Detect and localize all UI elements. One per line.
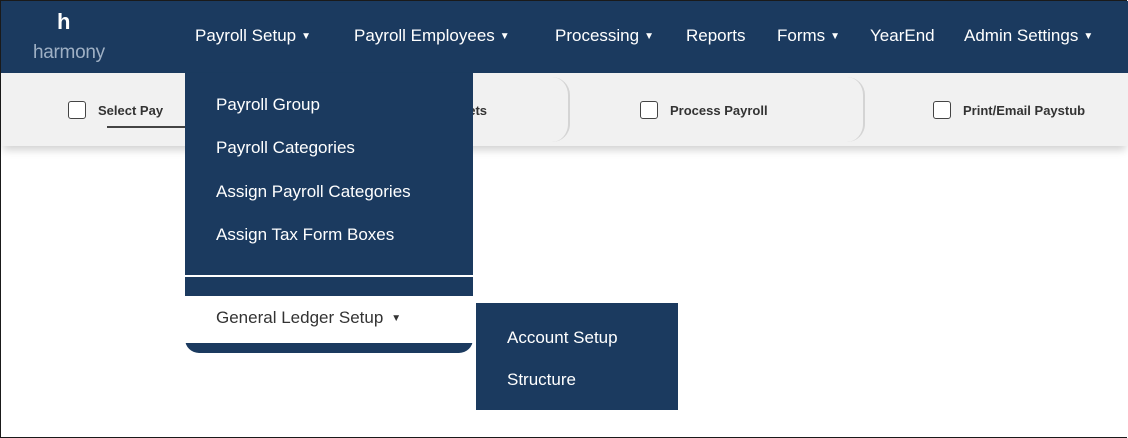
nav-forms[interactable]: Forms ▼	[777, 26, 840, 46]
nav-label: Admin Settings	[964, 26, 1079, 45]
nav-label: YearEnd	[870, 26, 935, 45]
nav-label: Forms	[777, 26, 826, 45]
top-navigation-bar: h harmony Payroll Setup ▼ Payroll Employe…	[1, 1, 1128, 73]
step-label: Process Payroll	[670, 102, 768, 118]
nav-label: Payroll Employees	[354, 26, 495, 45]
nav-reports[interactable]: Reports	[686, 26, 746, 46]
caret-down-icon: ▼	[1083, 31, 1094, 42]
caret-down-icon: ▼	[499, 31, 510, 42]
caret-down-icon: ▼	[644, 31, 655, 42]
step-select-pay[interactable]: Select Pay	[68, 99, 163, 121]
step-separator	[552, 77, 570, 142]
logo-initial: h	[57, 9, 71, 34]
menu-item-payroll-group[interactable]: Payroll Group	[216, 95, 320, 115]
menu-item-assign-payroll-categories[interactable]: Assign Payroll Categories	[216, 182, 411, 202]
menu-item-payroll-categories[interactable]: Payroll Categories	[216, 138, 355, 158]
submenu-item-account-setup[interactable]: Account Setup	[507, 328, 618, 348]
general-ledger-submenu: Account Setup Structure	[476, 303, 678, 410]
logo-wordmark: harmony	[33, 42, 105, 63]
nav-admin-settings[interactable]: Admin Settings ▼	[964, 26, 1093, 46]
nav-processing[interactable]: Processing ▼	[555, 26, 654, 46]
step-process-payroll[interactable]: Process Payroll	[640, 99, 768, 121]
menu-item-label: General Ledger Setup ▼	[216, 308, 401, 328]
step-checkbox[interactable]	[640, 101, 658, 119]
step-checkbox[interactable]	[933, 101, 951, 119]
step-label: Select Pay	[98, 102, 164, 118]
nav-payroll-employees[interactable]: Payroll Employees ▼	[354, 26, 510, 46]
nav-label: Processing	[555, 26, 640, 45]
menu-item-general-ledger-setup[interactable]: General Ledger Setup ▼	[185, 296, 473, 343]
nav-label: Payroll Setup	[195, 26, 297, 45]
submenu-item-structure[interactable]: Structure	[507, 370, 576, 390]
payroll-steps-bar: Select Pay eets Process Payroll Print/Em…	[1, 73, 1128, 146]
harmony-logo[interactable]: h harmony	[1, 1, 141, 73]
step-checkbox[interactable]	[68, 101, 86, 119]
step-label: Print/Email Paystub	[963, 102, 1086, 118]
menu-item-assign-tax-form-boxes[interactable]: Assign Tax Form Boxes	[216, 225, 394, 245]
active-step-underline	[107, 126, 187, 128]
step-print-email-paystub[interactable]: Print/Email Paystub	[933, 99, 1085, 121]
payroll-setup-dropdown: Payroll Group Payroll Categories Assign …	[185, 73, 473, 353]
nav-yearend[interactable]: YearEnd	[870, 26, 935, 46]
caret-down-icon: ▼	[830, 31, 841, 42]
nav-payroll-setup[interactable]: Payroll Setup ▼	[195, 26, 311, 46]
caret-down-icon: ▼	[391, 313, 402, 324]
menu-divider	[185, 275, 473, 277]
step-separator	[847, 77, 865, 142]
nav-label: Reports	[686, 26, 746, 45]
general-ledger-label: General Ledger Setup	[216, 308, 384, 327]
caret-down-icon: ▼	[301, 31, 312, 42]
